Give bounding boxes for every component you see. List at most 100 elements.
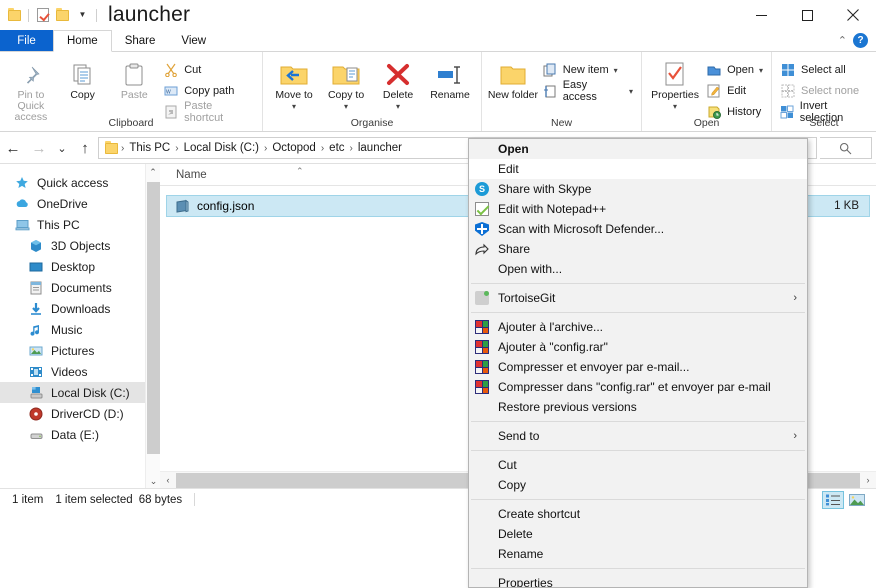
- cut-button[interactable]: Cut: [160, 61, 257, 79]
- tab-file[interactable]: File: [0, 30, 53, 51]
- sidebar-item-local-disk-c[interactable]: Local Disk (C:): [0, 382, 160, 403]
- menu-item-share-with-skype[interactable]: S Share with Skype: [469, 179, 807, 199]
- open-caret-icon[interactable]: ▾: [759, 66, 763, 75]
- collapse-ribbon-icon[interactable]: ⌃: [838, 34, 847, 47]
- menu-item-tortoisegit[interactable]: TortoiseGit ›: [469, 288, 807, 308]
- ribbon-group-organise: Move to ▾ Copy to ▾ Delete ▾ Rename Orga…: [263, 52, 483, 131]
- delete-button[interactable]: Delete ▾: [372, 57, 424, 112]
- menu-item-copy[interactable]: Copy: [469, 475, 807, 495]
- new-item-icon: [542, 62, 558, 78]
- folder-icon[interactable]: [6, 7, 23, 24]
- copy-path-button[interactable]: W Copy path: [160, 82, 257, 100]
- scroll-up-arrow-icon[interactable]: ⌃: [146, 164, 160, 180]
- customize-quick-access-caret-icon[interactable]: ▼: [74, 7, 91, 24]
- menu-item-ajouter-archive[interactable]: Ajouter à l'archive...: [469, 317, 807, 337]
- back-button[interactable]: ←: [0, 133, 26, 163]
- easy-access-caret-icon[interactable]: ▾: [629, 87, 633, 96]
- copy-button[interactable]: Copy: [57, 57, 109, 101]
- open-button[interactable]: Open ▾: [703, 61, 766, 79]
- new-item-caret-icon[interactable]: ▾: [614, 66, 618, 75]
- copy-to-button[interactable]: Copy to ▾: [320, 57, 372, 112]
- menu-item-compresser-dans-config-rar[interactable]: Compresser dans "config.rar" et envoyer …: [469, 377, 807, 397]
- sidebar-item-downloads[interactable]: Downloads: [0, 298, 160, 319]
- sidebar-item-music[interactable]: Music: [0, 319, 160, 340]
- scroll-down-arrow-icon[interactable]: ⌄: [146, 473, 161, 489]
- menu-item-edit[interactable]: Edit: [469, 159, 807, 179]
- menu-item-properties[interactable]: Properties: [469, 573, 807, 587]
- menu-item-send-to[interactable]: Send to ›: [469, 426, 807, 446]
- copy-to-caret-icon[interactable]: ▾: [344, 101, 348, 112]
- menu-item-scan-with-defender[interactable]: Scan with Microsoft Defender...: [469, 219, 807, 239]
- large-icons-view-icon[interactable]: [846, 491, 868, 509]
- properties-icon[interactable]: [34, 7, 51, 24]
- menu-item-create-shortcut[interactable]: Create shortcut: [469, 504, 807, 524]
- view-mode-buttons: [822, 490, 876, 509]
- sidebar-item-documents[interactable]: Documents: [0, 277, 160, 298]
- tab-view[interactable]: View: [168, 30, 219, 51]
- sidebar-item-this-pc[interactable]: This PC: [0, 214, 160, 235]
- sidebar-item-quick-access[interactable]: Quick access: [0, 172, 160, 193]
- delete-caret-icon[interactable]: ▾: [396, 101, 400, 112]
- help-icon[interactable]: ?: [853, 33, 868, 48]
- easy-access-button[interactable]: Easy access ▾: [539, 79, 636, 103]
- menu-item-open[interactable]: Open: [469, 139, 807, 159]
- menu-item-open-with[interactable]: Open with...: [469, 259, 807, 279]
- nav-pane-scrollbar[interactable]: ⌃ ⌄: [145, 164, 160, 489]
- column-header-name[interactable]: Name: [160, 169, 207, 181]
- select-all-button[interactable]: Select all: [777, 61, 871, 79]
- menu-item-ajouter-config-rar[interactable]: Ajouter à "config.rar": [469, 337, 807, 357]
- folder-icon-2[interactable]: [54, 7, 71, 24]
- menu-item-share[interactable]: Share: [469, 239, 807, 259]
- ribbon-group-clipboard: Pin to Quick access Copy Paste Cut W Cop…: [0, 52, 264, 131]
- onedrive-cloud-icon: [14, 196, 30, 212]
- sidebar-item-onedrive[interactable]: OneDrive: [0, 193, 160, 214]
- maximize-button[interactable]: [784, 0, 830, 30]
- properties-button[interactable]: Properties ▾: [647, 57, 703, 112]
- sidebar-item-pictures[interactable]: Pictures: [0, 340, 160, 361]
- breadcrumb-item-launcher[interactable]: launcher: [354, 142, 406, 154]
- sidebar-item-3d-objects[interactable]: 3D Objects: [0, 235, 160, 256]
- sidebar-item-desktop[interactable]: Desktop: [0, 256, 160, 277]
- select-none-button[interactable]: Select none: [777, 82, 871, 100]
- paste-button[interactable]: Paste: [108, 57, 160, 101]
- forward-button[interactable]: →: [26, 133, 52, 163]
- pin-to-quick-access-button[interactable]: Pin to Quick access: [5, 57, 57, 123]
- minimize-button[interactable]: [738, 0, 784, 30]
- breadcrumb-item-etc[interactable]: etc: [325, 142, 348, 154]
- properties-caret-icon[interactable]: ▾: [673, 101, 677, 112]
- sidebar-label: 3D Objects: [51, 238, 111, 253]
- submenu-arrow-icon: ›: [793, 292, 797, 304]
- scrollbar-thumb[interactable]: [147, 182, 160, 454]
- close-button[interactable]: [830, 0, 876, 30]
- sidebar-item-videos[interactable]: Videos: [0, 361, 160, 382]
- edit-button[interactable]: Edit: [703, 82, 766, 100]
- move-to-icon: [279, 60, 309, 90]
- breadcrumb-item-this-pc[interactable]: This PC: [125, 142, 174, 154]
- sidebar-item-data-e[interactable]: Data (E:): [0, 424, 160, 445]
- search-input[interactable]: [820, 137, 872, 159]
- new-item-button[interactable]: New item ▾: [539, 61, 636, 79]
- details-view-icon[interactable]: [822, 490, 844, 509]
- tab-home[interactable]: Home: [53, 30, 112, 52]
- menu-item-delete[interactable]: Delete: [469, 524, 807, 544]
- breadcrumb-item-octopod[interactable]: Octopod: [268, 142, 319, 154]
- up-button[interactable]: ↑: [72, 133, 98, 163]
- recent-locations-button[interactable]: ⌄: [52, 133, 72, 163]
- move-to-button[interactable]: Move to ▾: [268, 57, 320, 112]
- menu-item-edit-with-notepadpp[interactable]: Edit with Notepad++: [469, 199, 807, 219]
- move-to-caret-icon[interactable]: ▾: [292, 101, 296, 112]
- menu-item-cut[interactable]: Cut: [469, 455, 807, 475]
- new-folder-button[interactable]: New folder: [487, 57, 539, 101]
- scroll-right-arrow-icon[interactable]: ›: [860, 475, 876, 485]
- menu-item-restore-previous-versions[interactable]: Restore previous versions: [469, 397, 807, 417]
- breadcrumb-item-local-disk[interactable]: Local Disk (C:): [180, 142, 263, 154]
- tab-share[interactable]: Share: [112, 30, 169, 51]
- menu-item-compresser-envoyer[interactable]: Compresser et envoyer par e-mail...: [469, 357, 807, 377]
- scroll-left-arrow-icon[interactable]: ‹: [160, 475, 176, 485]
- notepadpp-icon: [474, 201, 490, 217]
- window-controls: [738, 0, 876, 30]
- group-label-new: New: [551, 117, 573, 129]
- sidebar-item-drivercd-d[interactable]: DriverCD (D:): [0, 403, 160, 424]
- rename-button[interactable]: Rename: [424, 57, 476, 101]
- menu-item-rename[interactable]: Rename: [469, 544, 807, 564]
